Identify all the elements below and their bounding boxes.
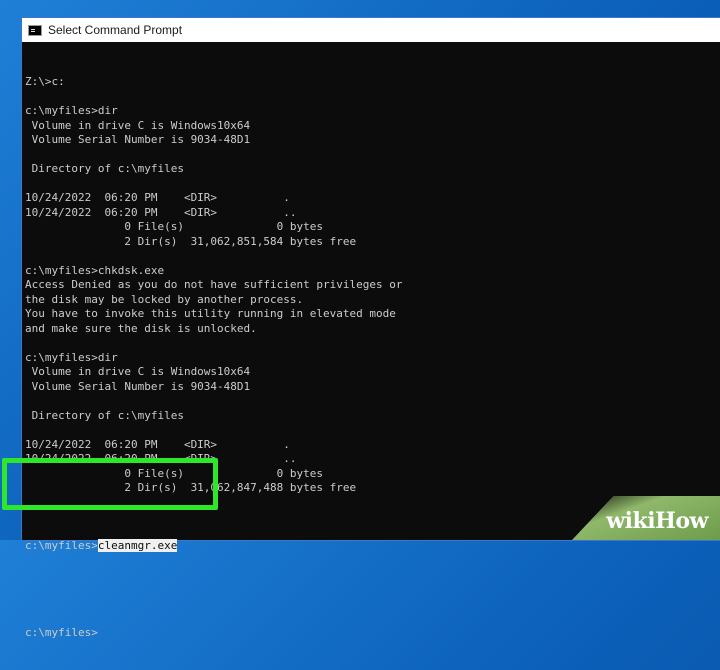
console-line: 0 File(s) 0 bytes: [25, 220, 324, 233]
console-line: Volume Serial Number is 9034-48D1: [25, 379, 251, 393]
brand-logo: wikiHow: [606, 508, 708, 534]
console-history: Z:\>c: c:\myfiles>dir Volume in drive C i…: [25, 75, 720, 510]
highlight-box: [2, 458, 218, 510]
console-line: Volume in drive C is Windows10x64: [25, 118, 251, 132]
prompt-text: c:\myfiles>: [25, 539, 98, 552]
command-prompt-icon: [28, 24, 42, 36]
console-line: You have to invoke this utility running …: [25, 307, 396, 320]
console-line: Volume Serial Number is 9034-48D1: [25, 133, 251, 146]
console-line: 2 Dir(s) 31,062,851,584 bytes free: [25, 234, 357, 248]
console-line: c:\myfiles>dir: [25, 350, 118, 364]
console-line: Directory of c:\myfiles: [25, 408, 184, 422]
console-line: and make sure the disk is unlocked.: [25, 321, 257, 335]
console-output[interactable]: Z:\>c: c:\myfiles>dir Volume in drive C i…: [22, 42, 720, 670]
window-title: Select Command Prompt: [48, 23, 183, 37]
current-command-line[interactable]: c:\myfiles>cleanmgr.exe: [25, 539, 720, 554]
console-line: the disk may be locked by another proces…: [25, 292, 304, 306]
console-line: c:\myfiles>dir: [25, 104, 118, 117]
console-line: Volume in drive C is Windows10x64: [25, 365, 251, 378]
console-line: Z:\>c:: [25, 75, 65, 88]
console-line: c:\myfiles>chkdsk.exe: [25, 263, 165, 277]
next-prompt-line[interactable]: c:\myfiles>: [25, 626, 720, 641]
console-line: 10/24/2022 06:20 PM <DIR> .: [25, 191, 290, 204]
console-line: 10/24/2022 06:20 PM <DIR> ..: [25, 205, 297, 219]
title-bar[interactable]: Select Command Prompt: [22, 18, 720, 42]
console-line: 10/24/2022 06:20 PM <DIR> .: [25, 437, 290, 451]
console-line: Access Denied as you do not have suffici…: [25, 278, 403, 291]
command-input[interactable]: cleanmgr.exe: [97, 539, 178, 552]
console-line: Directory of c:\myfiles: [25, 162, 184, 175]
